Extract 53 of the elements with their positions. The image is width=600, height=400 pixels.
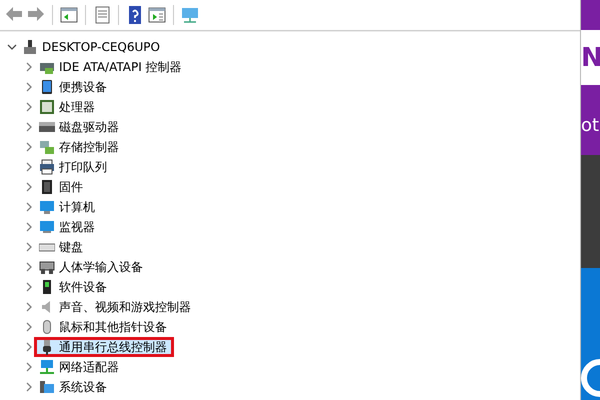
tree-item[interactable]: 固件 — [34, 177, 90, 197]
device-category: 打印队列 — [59, 158, 107, 176]
device-icon — [39, 119, 55, 135]
device-category: 网络适配器 — [59, 358, 119, 376]
device-category: 键盘 — [59, 238, 83, 256]
browser-logo-icon[interactable] — [581, 358, 600, 398]
device-category: 人体学输入设备 — [59, 258, 143, 276]
device-category: 存储控制器 — [59, 138, 119, 156]
device-icon — [39, 379, 55, 395]
toolbar-button[interactable] — [147, 5, 167, 25]
tree-item[interactable]: 便携设备 — [34, 77, 114, 97]
device-category: 磁盘驱动器 — [59, 118, 119, 136]
tree-item[interactable]: 系统设备 — [34, 377, 114, 397]
app-tile[interactable]: N — [581, 30, 600, 85]
highlight-frame[interactable]: 通用串行总线控制器 — [34, 337, 174, 357]
computer-name[interactable]: DESKTOP-CEQ6UPO — [42, 40, 160, 54]
device-category: 固件 — [59, 178, 83, 196]
device-category: 监视器 — [59, 218, 95, 236]
tree-item[interactable]: 软件设备 — [34, 277, 114, 297]
device-icon — [39, 219, 55, 235]
device-icon — [39, 159, 55, 175]
tree-item[interactable]: 人体学输入设备 — [34, 257, 150, 277]
device-icon — [39, 359, 55, 375]
computer-icon — [22, 39, 38, 55]
device-icon — [39, 139, 55, 155]
toolbar-button[interactable] — [59, 5, 79, 25]
device-icon — [39, 199, 55, 215]
device-category: 通用串行总线控制器 — [59, 338, 167, 356]
tree-item[interactable]: 计算机 — [34, 197, 102, 217]
tree-item[interactable]: 处理器 — [34, 97, 102, 117]
device-category: 系统设备 — [59, 378, 107, 396]
device-icon — [39, 79, 55, 95]
tree-item[interactable]: 存储控制器 — [34, 137, 126, 157]
tree-item[interactable]: 网络适配器 — [34, 357, 126, 377]
app-tile[interactable] — [581, 155, 600, 268]
tree-item[interactable]: 磁盘驱动器 — [34, 117, 126, 137]
device-category: IDE ATA/ATAPI 控制器 — [59, 58, 182, 76]
device-category: 计算机 — [59, 198, 95, 216]
tree-item[interactable]: 监视器 — [34, 217, 102, 237]
device-icon — [39, 259, 55, 275]
tree-item[interactable]: 声音、视频和游戏控制器 — [34, 297, 198, 317]
device-category: 软件设备 — [59, 278, 107, 296]
device-icon — [39, 179, 55, 195]
tree-item[interactable]: 键盘 — [34, 237, 90, 257]
tree-item[interactable]: 打印队列 — [34, 157, 114, 177]
tile-text: ot — [581, 115, 600, 136]
device-icon — [39, 99, 55, 115]
device-category: 处理器 — [59, 98, 95, 116]
device-category: 声音、视频和游戏控制器 — [59, 298, 191, 316]
tree-item[interactable]: IDE ATA/ATAPI 控制器 — [34, 57, 189, 77]
device-category: 便携设备 — [59, 78, 107, 96]
tree-item[interactable]: 鼠标和其他指针设备 — [34, 317, 174, 337]
device-category: 鼠标和其他指针设备 — [59, 318, 167, 336]
